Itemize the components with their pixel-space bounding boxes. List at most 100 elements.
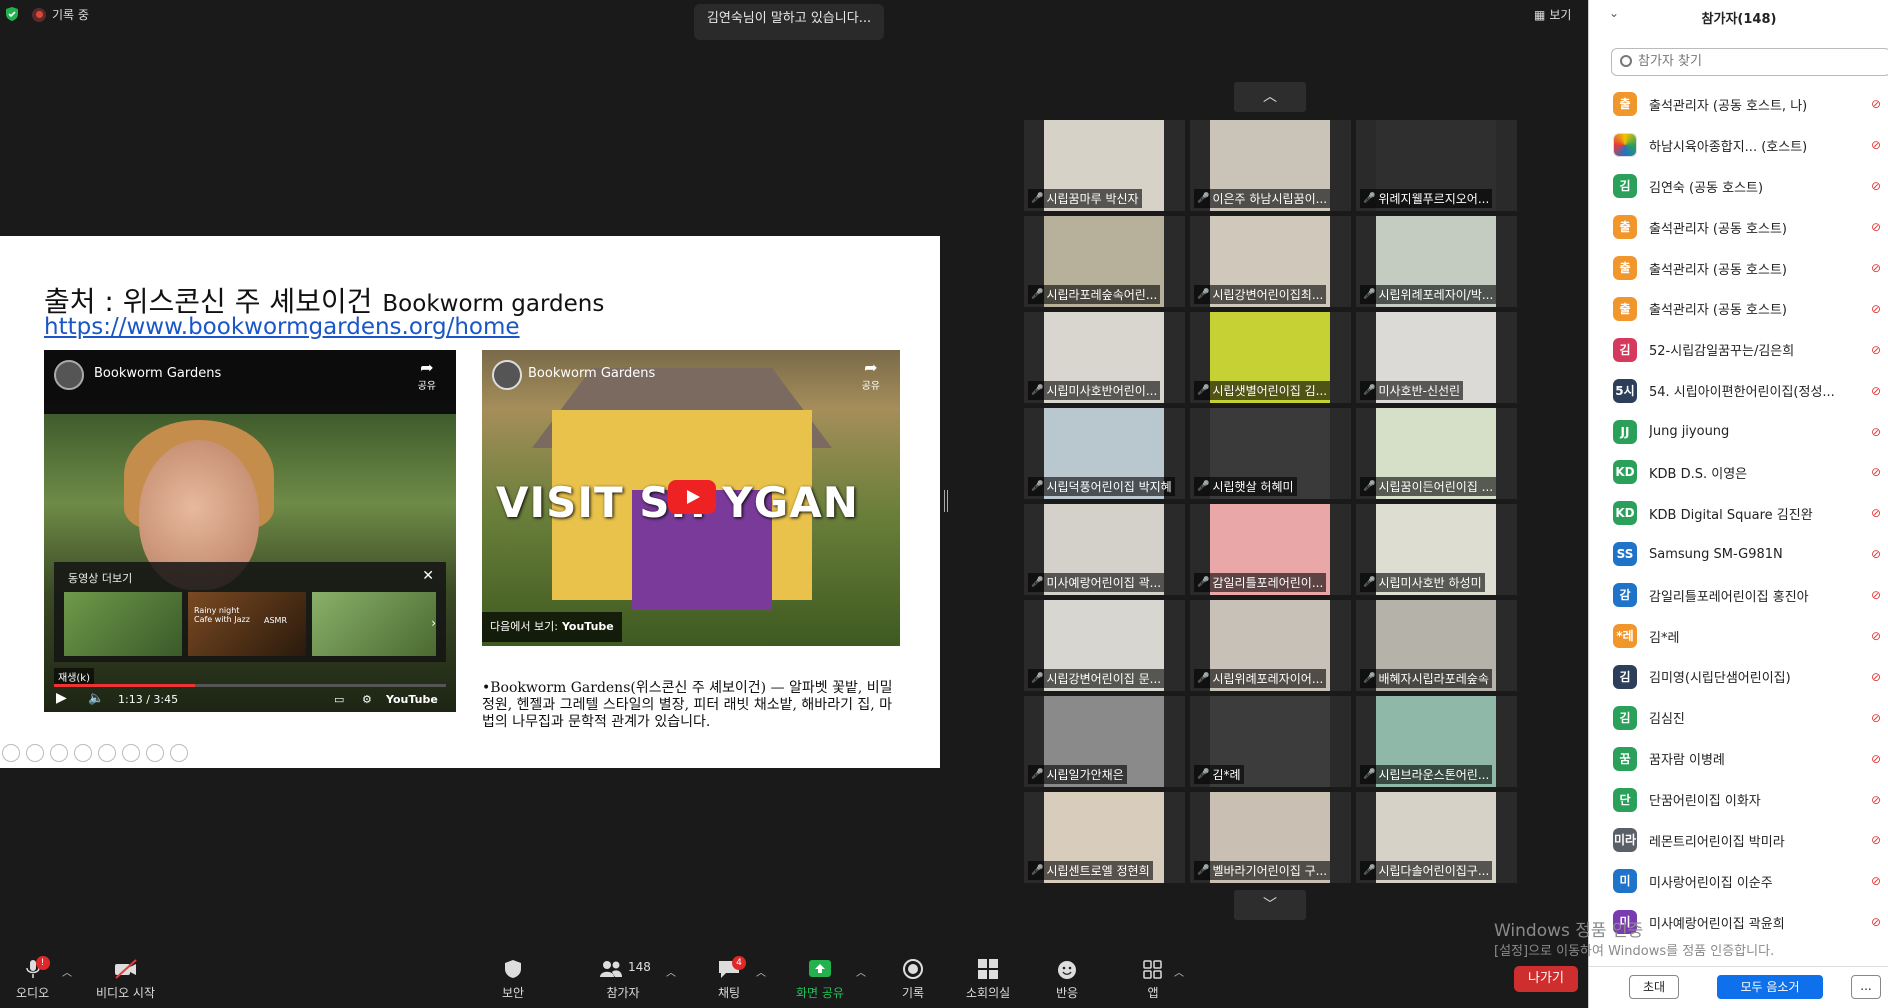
video-tile[interactable]: 🎤 이은주 하남시립꿈이... (1190, 120, 1351, 211)
video-thumbnail[interactable] (64, 592, 182, 656)
shield-icon[interactable] (4, 6, 20, 22)
channel-avatar[interactable] (492, 360, 522, 390)
participant-row[interactable]: 김 김미영(시립단샘어린이집) ⊘ (1589, 656, 1888, 697)
audio-button[interactable]: ! 오디오 (16, 956, 50, 1001)
mic-muted-icon[interactable]: ⊘ (1871, 874, 1881, 888)
pen-icon[interactable] (50, 744, 68, 762)
captions-icon[interactable]: ▭ (334, 693, 344, 706)
youtube-play-button[interactable] (668, 480, 716, 514)
chevron-right-icon[interactable]: › (431, 616, 436, 630)
video-tile[interactable]: 🎤 시립샛별어린이집 김... (1190, 312, 1351, 403)
video-tile[interactable]: 🎤 시립덕풍어린이집 박지혜 (1024, 408, 1185, 499)
participant-search-input[interactable]: 참가자 찾기 (1611, 48, 1888, 76)
participant-row[interactable]: 출 출석관리자 (공동 호스트) ⊘ (1589, 207, 1888, 248)
video-tile[interactable]: 🎤 시립위례포레자이/박... (1356, 216, 1517, 307)
mic-muted-icon[interactable]: ⊘ (1871, 629, 1881, 643)
video-tile[interactable]: 🎤 시립브라운스톤어린... (1356, 696, 1517, 787)
participant-row[interactable]: 단 단꿈어린이집 이화자 ⊘ (1589, 779, 1888, 820)
mic-muted-icon[interactable]: ⊘ (1871, 179, 1881, 193)
video-progress-bar[interactable] (54, 684, 446, 687)
apps-options-caret[interactable]: ︿ (1174, 964, 1184, 979)
subtitle-icon[interactable] (122, 744, 140, 762)
participant-row[interactable]: 김 52-시립감일꿈꾸는/김은희 ⊘ (1589, 329, 1888, 370)
volume-icon[interactable]: 🔈 (88, 691, 104, 706)
video-thumbnail[interactable]: Rainy night Cafe with Jazz ASMR (188, 592, 306, 656)
mic-muted-icon[interactable]: ⊘ (1871, 752, 1881, 766)
mic-muted-icon[interactable]: ⊘ (1871, 793, 1881, 807)
participant-row[interactable]: 출 출석관리자 (공동 호스트) ⊘ (1589, 248, 1888, 289)
participant-row[interactable]: JJ Jung jiyoung ⊘ (1589, 411, 1888, 452)
video-tile[interactable]: 🎤 시립미사호반어린이... (1024, 312, 1185, 403)
participant-row[interactable]: 미 미사랑어린이집 이순주 ⊘ (1589, 861, 1888, 902)
participant-row[interactable]: KD KDB D.S. 이영은 ⊘ (1589, 452, 1888, 493)
next-icon[interactable] (26, 744, 44, 762)
share-button[interactable]: ➦ 공유 (862, 358, 880, 392)
reactions-button[interactable]: 반응 (1054, 958, 1080, 1001)
prev-icon[interactable] (2, 744, 20, 762)
video-tile[interactable]: 🎤 시립강변어린이집 문... (1024, 600, 1185, 691)
play-icon[interactable]: ▶ (56, 690, 67, 706)
mic-muted-icon[interactable]: ⊘ (1871, 915, 1881, 929)
participant-list[interactable]: 출 출석관리자 (공동 호스트, 나) ⊘ 하남시육아종합지... (호스트) ⊘ 김 김연… (1589, 84, 1888, 960)
audio-options-caret[interactable]: ︿ (62, 964, 72, 979)
participant-row[interactable]: 꿈 꿈자람 이병례 ⊘ (1589, 738, 1888, 779)
share-screen-button[interactable]: 화면 공유 (796, 958, 844, 1001)
mic-muted-icon[interactable]: ⊘ (1871, 711, 1881, 725)
recording-indicator[interactable]: 기록 중 (32, 6, 89, 23)
mic-muted-icon[interactable]: ⊘ (1871, 384, 1881, 398)
video-tile[interactable]: 🎤 감일리틀포레어린이... (1190, 504, 1351, 595)
youtube-logo[interactable]: YouTube (386, 693, 438, 706)
video-tile[interactable]: 🎤 배혜자시립라포레숲속 (1356, 600, 1517, 691)
video-tile[interactable]: 🎤 시립위례포레자이어... (1190, 600, 1351, 691)
participant-row[interactable]: SS Samsung SM-G981N ⊘ (1589, 534, 1888, 575)
video-tile[interactable]: 🎤 시립햇살 허혜미 (1190, 408, 1351, 499)
breakout-rooms-button[interactable]: 소회의실 (966, 958, 1010, 1001)
mic-muted-icon[interactable]: ⊘ (1871, 547, 1881, 561)
chat-button[interactable]: 4 채팅 (716, 956, 746, 1001)
mic-muted-icon[interactable]: ⊘ (1871, 261, 1881, 275)
participant-row[interactable]: 출 출석관리자 (공동 호스트, 나) ⊘ (1589, 84, 1888, 125)
grid-page-up-button[interactable]: ︿ (1234, 82, 1306, 112)
chat-options-caret[interactable]: ︿ (756, 964, 766, 979)
mic-muted-icon[interactable]: ⊘ (1871, 506, 1881, 520)
grid-page-down-button[interactable]: ﹀ (1234, 890, 1306, 920)
share-button[interactable]: ➦ 공유 (418, 358, 436, 392)
mic-muted-icon[interactable]: ⊘ (1871, 302, 1881, 316)
mic-muted-icon[interactable]: ⊘ (1871, 465, 1881, 479)
splitter-handle[interactable] (944, 490, 948, 512)
more-button[interactable]: ... (1851, 975, 1881, 999)
leave-button[interactable]: 나가기 (1514, 966, 1578, 992)
channel-avatar[interactable] (54, 360, 84, 390)
participant-row[interactable]: *레 김*레 ⊘ (1589, 616, 1888, 657)
video-tile[interactable]: 🎤 시립꿈마루 박신자 (1024, 120, 1185, 211)
participants-button[interactable]: 148 참가자 (598, 958, 651, 1001)
participant-row[interactable]: KD KDB Digital Square 김진완 ⊘ (1589, 493, 1888, 534)
video-thumbnail[interactable] (312, 592, 436, 656)
more-icon[interactable] (170, 744, 188, 762)
participants-options-caret[interactable]: ︿ (666, 964, 676, 979)
slide-link[interactable]: https://www.bookwormgardens.org/home (44, 314, 520, 340)
participant-row[interactable]: 5시 54. 시립아이편한어린이집(정성... ⊘ (1589, 370, 1888, 411)
video-channel-title[interactable]: Bookworm Gardens (528, 366, 655, 381)
start-video-button[interactable]: 비디오 시작 (96, 958, 155, 1001)
video-tile[interactable]: 🎤 시립꿈이든어린이집 ... (1356, 408, 1517, 499)
grid-icon[interactable] (74, 744, 92, 762)
video-tile[interactable]: 🎤 위례지웰푸르지오어... (1356, 120, 1517, 211)
invite-button[interactable]: 초대 (1629, 975, 1679, 999)
mic-muted-icon[interactable]: ⊘ (1871, 588, 1881, 602)
video-tile[interactable]: 🎤 시립강변어린이집최... (1190, 216, 1351, 307)
video-tile[interactable]: 🎤 시립일가안채은 (1024, 696, 1185, 787)
participant-row[interactable]: 김 김연숙 (공동 호스트) ⊘ (1589, 166, 1888, 207)
video-tile[interactable]: 🎤 시립센트로엘 정현희 (1024, 792, 1185, 883)
participant-row[interactable]: 감 감일리틀포레어린이집 홍진아 ⊘ (1589, 575, 1888, 616)
video-tile[interactable]: 🎤 미사호반-신선린 (1356, 312, 1517, 403)
video-tile[interactable]: 🎤 시립라포레숲속어린... (1024, 216, 1185, 307)
gear-icon[interactable]: ⚙ (362, 693, 372, 706)
mic-muted-icon[interactable]: ⊘ (1871, 343, 1881, 357)
video-tile[interactable]: 🎤 시립다솔어린이집구... (1356, 792, 1517, 883)
mic-muted-icon[interactable]: ⊘ (1871, 425, 1881, 439)
security-button[interactable]: 보안 (500, 958, 526, 1001)
view-button[interactable]: ▦ 보기 (1534, 6, 1571, 23)
mic-muted-icon[interactable]: ⊘ (1871, 97, 1881, 111)
video-tile[interactable]: 🎤 미사예랑어린이집 곽... (1024, 504, 1185, 595)
